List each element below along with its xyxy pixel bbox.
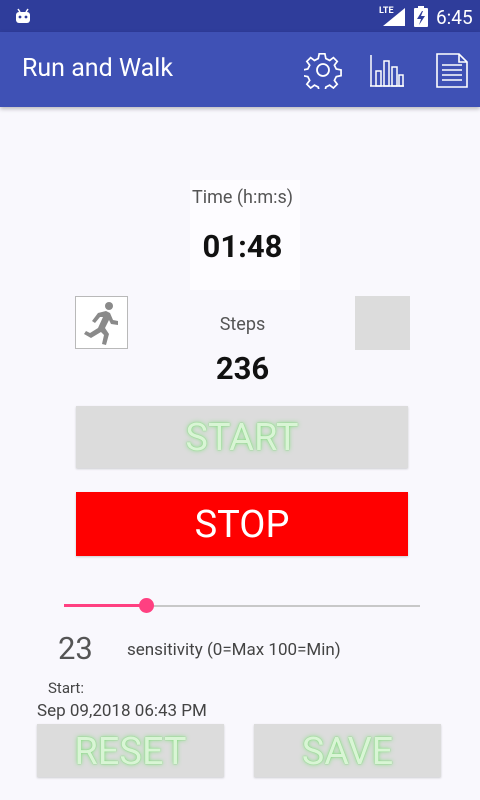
android-notification-icon bbox=[16, 8, 30, 23]
start-button[interactable]: START bbox=[76, 406, 408, 468]
steps-label: Steps bbox=[219, 314, 266, 335]
indicator-box bbox=[355, 296, 410, 350]
save-button[interactable]: SAVE bbox=[254, 724, 441, 777]
status-bar: LTE 6:45 bbox=[0, 0, 480, 32]
bar-chart-icon[interactable] bbox=[368, 51, 406, 89]
sensitivity-label: sensitivity (0=Max 100=Min) bbox=[127, 640, 341, 660]
sensitivity-value: 23 bbox=[58, 630, 93, 667]
start-time-value: Sep 09,2018 06:43 PM bbox=[37, 701, 207, 721]
app-title: Run and Walk bbox=[22, 54, 174, 83]
status-clock: 6:45 bbox=[436, 6, 473, 29]
slider-thumb[interactable] bbox=[139, 598, 154, 613]
stop-button[interactable]: STOP bbox=[76, 492, 408, 556]
signal-icon bbox=[383, 8, 405, 26]
running-person-icon bbox=[84, 302, 118, 345]
reset-button[interactable]: RESET bbox=[37, 724, 224, 777]
timer-label: Time (h:m:s) bbox=[191, 187, 294, 208]
start-time-label: Start: bbox=[48, 679, 84, 697]
timer-value: 01:48 bbox=[202, 228, 283, 265]
battery-charging-icon bbox=[414, 6, 428, 27]
steps-value: 236 bbox=[215, 350, 270, 387]
app-bar: Run and Walk bbox=[0, 32, 480, 107]
slider-fill bbox=[64, 604, 146, 607]
sensitivity-slider[interactable] bbox=[64, 598, 420, 614]
settings-gear-icon[interactable] bbox=[304, 51, 342, 89]
document-list-icon[interactable] bbox=[433, 51, 471, 89]
activity-mode-button[interactable] bbox=[75, 296, 128, 349]
